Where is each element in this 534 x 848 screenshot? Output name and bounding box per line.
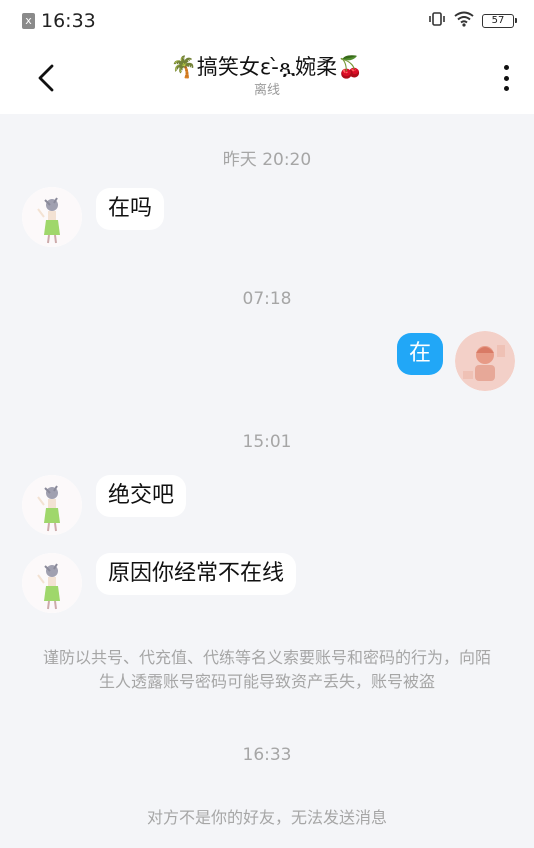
status-bar: x 16:33 57 xyxy=(0,0,534,42)
message-bubble-received[interactable]: 原因你经常不在线 xyxy=(96,553,297,595)
contact-avatar[interactable] xyxy=(22,187,82,247)
contact-avatar[interactable] xyxy=(22,475,82,535)
chat-header: 🌴搞笑女ε-̀ጿ婉柔🍒 离线 xyxy=(0,42,534,114)
security-notice: 谨防以共号、代充值、代练等名义索要账号和密码的行为，向陌生人透露账号密码可能导致… xyxy=(42,648,491,691)
more-vertical-icon xyxy=(503,65,509,70)
more-options-button[interactable] xyxy=(496,62,516,94)
message-timestamp: 15:01 xyxy=(242,432,292,452)
more-vertical-icon xyxy=(503,86,509,91)
more-vertical-icon xyxy=(503,75,509,81)
battery-icon: 57 xyxy=(482,14,517,28)
contact-avatar[interactable] xyxy=(22,553,82,613)
message-timestamp: 07:18 xyxy=(242,289,292,309)
message-bubble-received[interactable]: 在吗 xyxy=(96,188,165,230)
online-status: 离线 xyxy=(253,83,280,98)
cannot-send-notice: 对方不是你的好友，无法发送消息 xyxy=(146,808,387,827)
status-time: 16:33 xyxy=(41,10,96,32)
message-bubble-received[interactable]: 绝交吧 xyxy=(96,475,187,517)
status-right: 57 xyxy=(428,11,517,31)
back-arrow-icon xyxy=(38,64,54,92)
wifi-icon xyxy=(454,11,474,31)
no-sim-icon: x xyxy=(22,13,35,29)
chat-title: 🌴搞笑女ε-̀ጿ婉柔🍒 xyxy=(170,55,364,79)
vibrate-icon xyxy=(428,11,446,31)
back-button[interactable] xyxy=(28,58,64,98)
my-avatar[interactable] xyxy=(455,331,515,391)
message-timestamp: 昨天 20:20 xyxy=(222,150,312,170)
status-left: x 16:33 xyxy=(22,10,96,32)
message-timestamp: 16:33 xyxy=(242,745,292,765)
title-wrap: 🌴搞笑女ε-̀ጿ婉柔🍒 离线 xyxy=(90,52,444,100)
message-bubble-sent[interactable]: 在 xyxy=(397,333,444,375)
